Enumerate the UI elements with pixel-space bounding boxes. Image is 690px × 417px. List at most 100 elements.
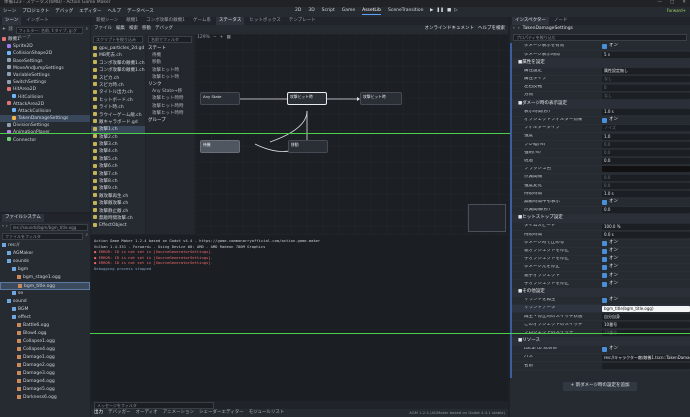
state-list-item[interactable]: 待機 <box>146 52 194 59</box>
scene-tab[interactable]: 新規シーン <box>93 17 121 25</box>
history-back-icon[interactable]: ‹ <box>513 27 515 32</box>
property-checkbox[interactable] <box>602 281 607 287</box>
scene-tab[interactable]: 敵機1 <box>123 17 141 25</box>
scene-tree-item[interactable]: DivisionSettings <box>0 122 90 129</box>
property-value[interactable]: 1.0 s <box>602 190 690 197</box>
inspector-tab[interactable]: インスペクター <box>512 17 549 25</box>
back-icon[interactable]: ‹ <box>2 225 4 230</box>
play-icon[interactable]: ▶ <box>430 8 433 14</box>
renderer-select[interactable]: Forward+ <box>667 9 686 13</box>
script-list-item[interactable]: ヒットボード.ch <box>91 97 145 104</box>
state-node[interactable]: 攻撃ヒット時 <box>360 92 402 105</box>
property-checkbox[interactable] <box>602 347 607 353</box>
file-tree-item[interactable]: Damage3.ogg <box>0 370 90 378</box>
script-list-item[interactable]: 敵キャラボード.gd <box>91 119 145 126</box>
link-icon[interactable]: ⛓ <box>8 28 14 33</box>
scene-tree-item[interactable]: Connector <box>0 137 90 144</box>
script-menu-item[interactable]: ファイル <box>94 27 112 32</box>
file-tree-item[interactable]: Damage2.ogg <box>0 362 90 370</box>
property-value[interactable]: 1.0 <box>602 133 690 140</box>
workspace-tab[interactable]: SceneTransition <box>388 8 423 15</box>
property-value[interactable]: res://キャラクター敵/敵機1.tscn::TakenDamageSetti… <box>602 354 690 361</box>
scene-tab[interactable]: コンボ攻撃の敵機1 <box>143 17 188 25</box>
script-list-item[interactable]: 敵攻撃再生.ch <box>91 193 145 200</box>
property-value[interactable]: なし <box>602 92 690 99</box>
file-tree-item[interactable]: effect <box>0 314 90 322</box>
script-list-item[interactable]: スピカ.ch <box>91 75 145 82</box>
property-section[interactable]: ■リソース <box>512 337 690 346</box>
script-menu-item[interactable]: 移動 <box>142 27 151 32</box>
file-tree-item[interactable]: Damage4.ogg <box>0 378 90 386</box>
bottom-tab[interactable]: アニメーション <box>163 410 194 416</box>
property-value[interactable]: 0.0 <box>602 182 690 189</box>
file-filter-input[interactable]: ファイルをフィルタ <box>2 233 84 240</box>
property-section[interactable]: ■属性を設定 <box>512 59 690 68</box>
scene-tree-item[interactable]: AttackCollision <box>0 108 90 115</box>
property-checkbox[interactable] <box>602 117 607 123</box>
file-tree-item[interactable]: bgm_title.ogg <box>0 282 90 290</box>
file-tree-item[interactable]: AGMaker <box>0 250 90 258</box>
script-menu-item[interactable]: デバッグ <box>155 27 173 32</box>
property-section[interactable]: ■その他設定 <box>512 288 690 297</box>
menu-item[interactable]: データベース <box>127 9 154 15</box>
script-list-item[interactable]: 無敵時間攻撃.ch <box>91 215 145 222</box>
graph-minimap[interactable] <box>468 204 506 232</box>
scene-tree-item[interactable]: HitArea2D <box>0 86 90 93</box>
file-tree-item[interactable]: se <box>0 290 90 298</box>
bottom-tab[interactable]: 出力 <box>94 410 103 416</box>
script-list-item[interactable]: コンボ攻撃の敵機1.ch <box>91 67 145 74</box>
menu-item[interactable]: デバッグ <box>55 9 73 15</box>
state-filter-input[interactable]: 名前でフィルタ <box>148 36 192 43</box>
maximize-button[interactable]: □ <box>670 0 674 6</box>
file-tree-item[interactable]: Damage1.ogg <box>0 354 90 362</box>
script-list-item[interactable]: ライト時.ch <box>91 104 145 111</box>
state-node[interactable]: 待機 <box>200 140 240 153</box>
property-checkbox[interactable] <box>602 273 607 279</box>
menu-item[interactable]: エディター <box>79 9 101 15</box>
scene-tab[interactable]: テンプレート <box>286 17 319 25</box>
file-tree-item[interactable]: Battle6.ogg <box>0 322 90 330</box>
menu-item[interactable]: ヘルプ <box>107 9 121 15</box>
file-tree-item[interactable]: bgm <box>0 266 90 274</box>
script-list-item[interactable]: 攻撃敵攻撃.ch <box>91 200 145 207</box>
property-checkbox[interactable] <box>602 44 607 50</box>
state-group-header[interactable]: リンク <box>146 81 194 88</box>
workspace-tab[interactable]: 2D <box>295 8 301 15</box>
property-value[interactable] <box>602 166 690 173</box>
state-list-item[interactable]: 攻撃ヒット時 <box>146 67 194 74</box>
online-docs-button[interactable]: オンラインドキュメント <box>425 27 475 32</box>
menu-item[interactable]: プロジェクト <box>22 9 49 15</box>
file-tree-item[interactable]: Collapse4.ogg <box>0 346 90 354</box>
scene-filter-input[interactable]: フィルター: 名前, t:タイプ, g:グループ <box>15 27 84 39</box>
script-list-item[interactable]: 攻撃7.ch <box>91 171 145 178</box>
script-list-item[interactable]: コンボ攻撃の敵機1.ch <box>91 60 145 67</box>
script-menu-item[interactable]: 編集 <box>116 27 125 32</box>
output-filter-input[interactable]: メッセージをフィルタ <box>94 401 214 409</box>
script-list-item[interactable]: タイトル出力.ch <box>91 89 145 96</box>
script-list-item[interactable]: 攻撃6.ch <box>91 163 145 170</box>
property-value[interactable]: 0 <box>602 84 690 91</box>
scene-dock-tab[interactable]: インポート <box>23 17 52 25</box>
property-value[interactable]: なし <box>602 76 690 83</box>
scene-tree-item[interactable]: AttackArea2D <box>0 101 90 108</box>
menu-item[interactable]: シーン <box>3 9 16 15</box>
workspace-tab[interactable]: 3D <box>308 8 314 15</box>
state-list-item[interactable]: Any State→移 <box>146 88 194 95</box>
path-field[interactable]: res://sounds/bgm/bgm_title.ogg <box>9 224 88 231</box>
property-value[interactable]: 0.0 <box>602 141 690 148</box>
state-group-header[interactable]: グループ <box>146 117 194 124</box>
history-forward-icon[interactable]: › <box>518 27 520 32</box>
script-list-item[interactable]: 攻撃4.ch <box>91 148 145 155</box>
file-tree-item[interactable]: Damage5.ogg <box>0 386 90 394</box>
script-list-item[interactable]: ラウイーゲーム敵.ch <box>91 112 145 119</box>
property-value[interactable]: 0.0 <box>602 174 690 181</box>
scene-tree-item[interactable]: VariableSettings <box>0 72 90 79</box>
play-scene-icon[interactable]: ▷ <box>454 8 457 14</box>
tab-filesystem[interactable]: ファイルシステム <box>2 214 44 222</box>
state-list-item[interactable]: 攻撃ヒット時時 <box>146 103 194 110</box>
property-checkbox[interactable] <box>602 265 607 271</box>
scene-tree-item[interactable]: Sprite2D <box>0 43 90 50</box>
property-value[interactable]: 属性設定無し <box>602 68 690 75</box>
workspace-tab[interactable]: Game <box>342 8 355 15</box>
stop-icon[interactable]: ■ <box>447 8 451 14</box>
